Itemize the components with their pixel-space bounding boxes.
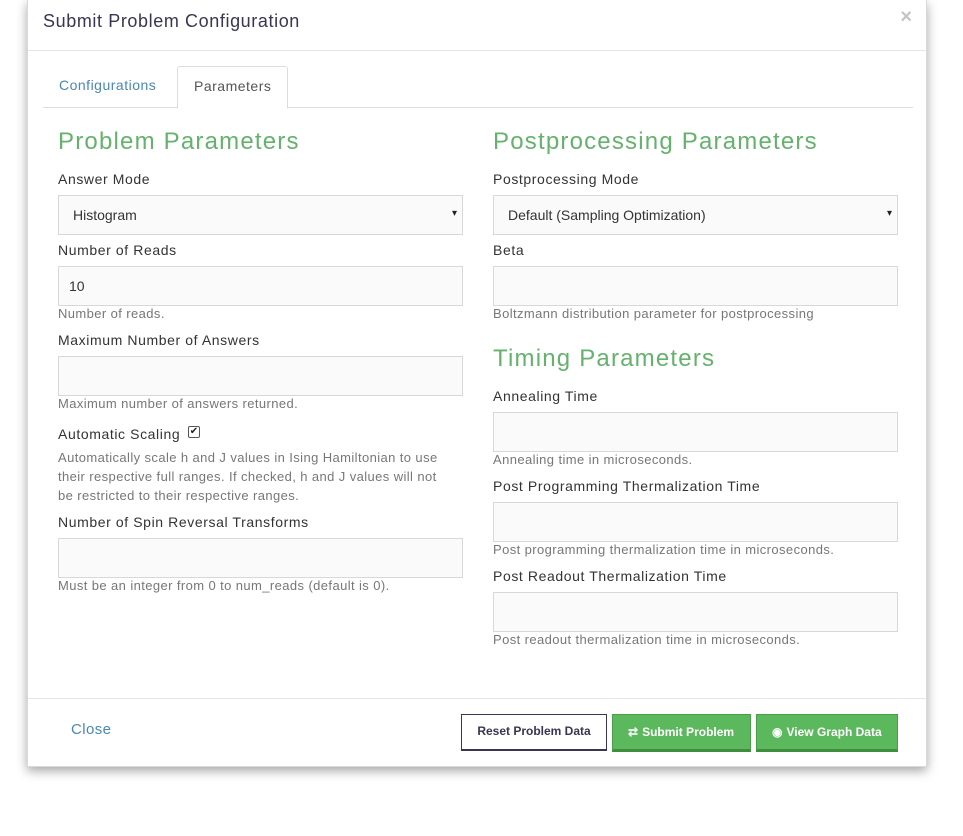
auto-scale-help-2: their respective full ranges. If checked… xyxy=(58,469,437,484)
annealing-time-input[interactable] xyxy=(493,412,898,452)
spin-reversal-help: Must be an integer from 0 to num_reads (… xyxy=(58,578,390,593)
postprocessing-parameters-title: Postprocessing Parameters xyxy=(493,128,818,155)
submit-problem-button[interactable]: ⇄ Submit Problem xyxy=(612,714,751,752)
postprocessing-mode-value: Default (Sampling Optimization) xyxy=(508,207,706,223)
view-graph-data-button[interactable]: ◉ View Graph Data xyxy=(756,714,898,752)
annealing-time-label: Annealing Time xyxy=(493,388,598,404)
spin-reversal-label: Number of Spin Reversal Transforms xyxy=(58,514,309,530)
tab-bar: Configurations Parameters xyxy=(43,66,913,109)
post-programming-label: Post Programming Thermalization Time xyxy=(493,478,761,494)
post-readout-label: Post Readout Thermalization Time xyxy=(493,568,727,584)
caret-down-icon: ▾ xyxy=(886,208,892,219)
close-button[interactable]: Close xyxy=(71,721,111,738)
beta-help: Boltzmann distribution parameter for pos… xyxy=(493,306,814,321)
view-graph-data-label: View Graph Data xyxy=(786,725,882,739)
max-answers-label: Maximum Number of Answers xyxy=(58,332,260,348)
auto-scale-label: Automatic Scaling xyxy=(58,426,181,442)
auto-scale-help-3: be restricted to their respective ranges… xyxy=(58,488,300,503)
submit-problem-label: Submit Problem xyxy=(642,725,735,739)
eye-icon: ◉ xyxy=(772,725,783,739)
tab-configurations[interactable]: Configurations xyxy=(43,66,172,108)
annealing-time-help: Annealing time in microseconds. xyxy=(493,452,693,467)
reset-problem-data-button[interactable]: Reset Problem Data xyxy=(461,714,607,751)
tab-parameters[interactable]: Parameters xyxy=(177,66,288,109)
post-readout-input[interactable] xyxy=(493,592,898,632)
num-reads-label: Number of Reads xyxy=(58,242,177,258)
post-readout-help: Post readout thermalization time in micr… xyxy=(493,632,801,647)
num-reads-input[interactable]: 10 xyxy=(58,266,463,306)
post-programming-help: Post programming thermalization time in … xyxy=(493,542,835,557)
modal-header: Submit Problem Configuration × xyxy=(28,0,926,51)
post-programming-input[interactable] xyxy=(493,502,898,542)
caret-down-icon: ▾ xyxy=(451,208,457,219)
postprocessing-mode-label: Postprocessing Mode xyxy=(493,171,640,187)
answer-mode-select[interactable]: Histogram ▾ xyxy=(58,195,463,235)
num-reads-help: Number of reads. xyxy=(58,306,165,321)
max-answers-input[interactable] xyxy=(58,356,463,396)
beta-input[interactable] xyxy=(493,266,898,306)
postprocessing-mode-select[interactable]: Default (Sampling Optimization) ▾ xyxy=(493,195,898,235)
close-icon[interactable]: × xyxy=(900,6,912,29)
answer-mode-value: Histogram xyxy=(73,207,137,223)
beta-label: Beta xyxy=(493,242,525,258)
timing-parameters-title: Timing Parameters xyxy=(493,345,716,372)
auto-scale-checkbox[interactable]: ✔ xyxy=(188,426,200,438)
modal-title: Submit Problem Configuration xyxy=(43,11,300,31)
answer-mode-label: Answer Mode xyxy=(58,171,151,187)
exchange-icon: ⇄ xyxy=(628,725,639,739)
submit-problem-modal: Submit Problem Configuration × Configura… xyxy=(27,0,927,767)
problem-parameters-title: Problem Parameters xyxy=(58,128,300,155)
spin-reversal-input[interactable] xyxy=(58,538,463,578)
max-answers-help: Maximum number of answers returned. xyxy=(58,396,299,411)
modal-footer: Close Reset Problem Data ⇄ Submit Problem… xyxy=(28,698,926,767)
auto-scale-help-1: Automatically scale h and J values in Is… xyxy=(58,450,438,465)
